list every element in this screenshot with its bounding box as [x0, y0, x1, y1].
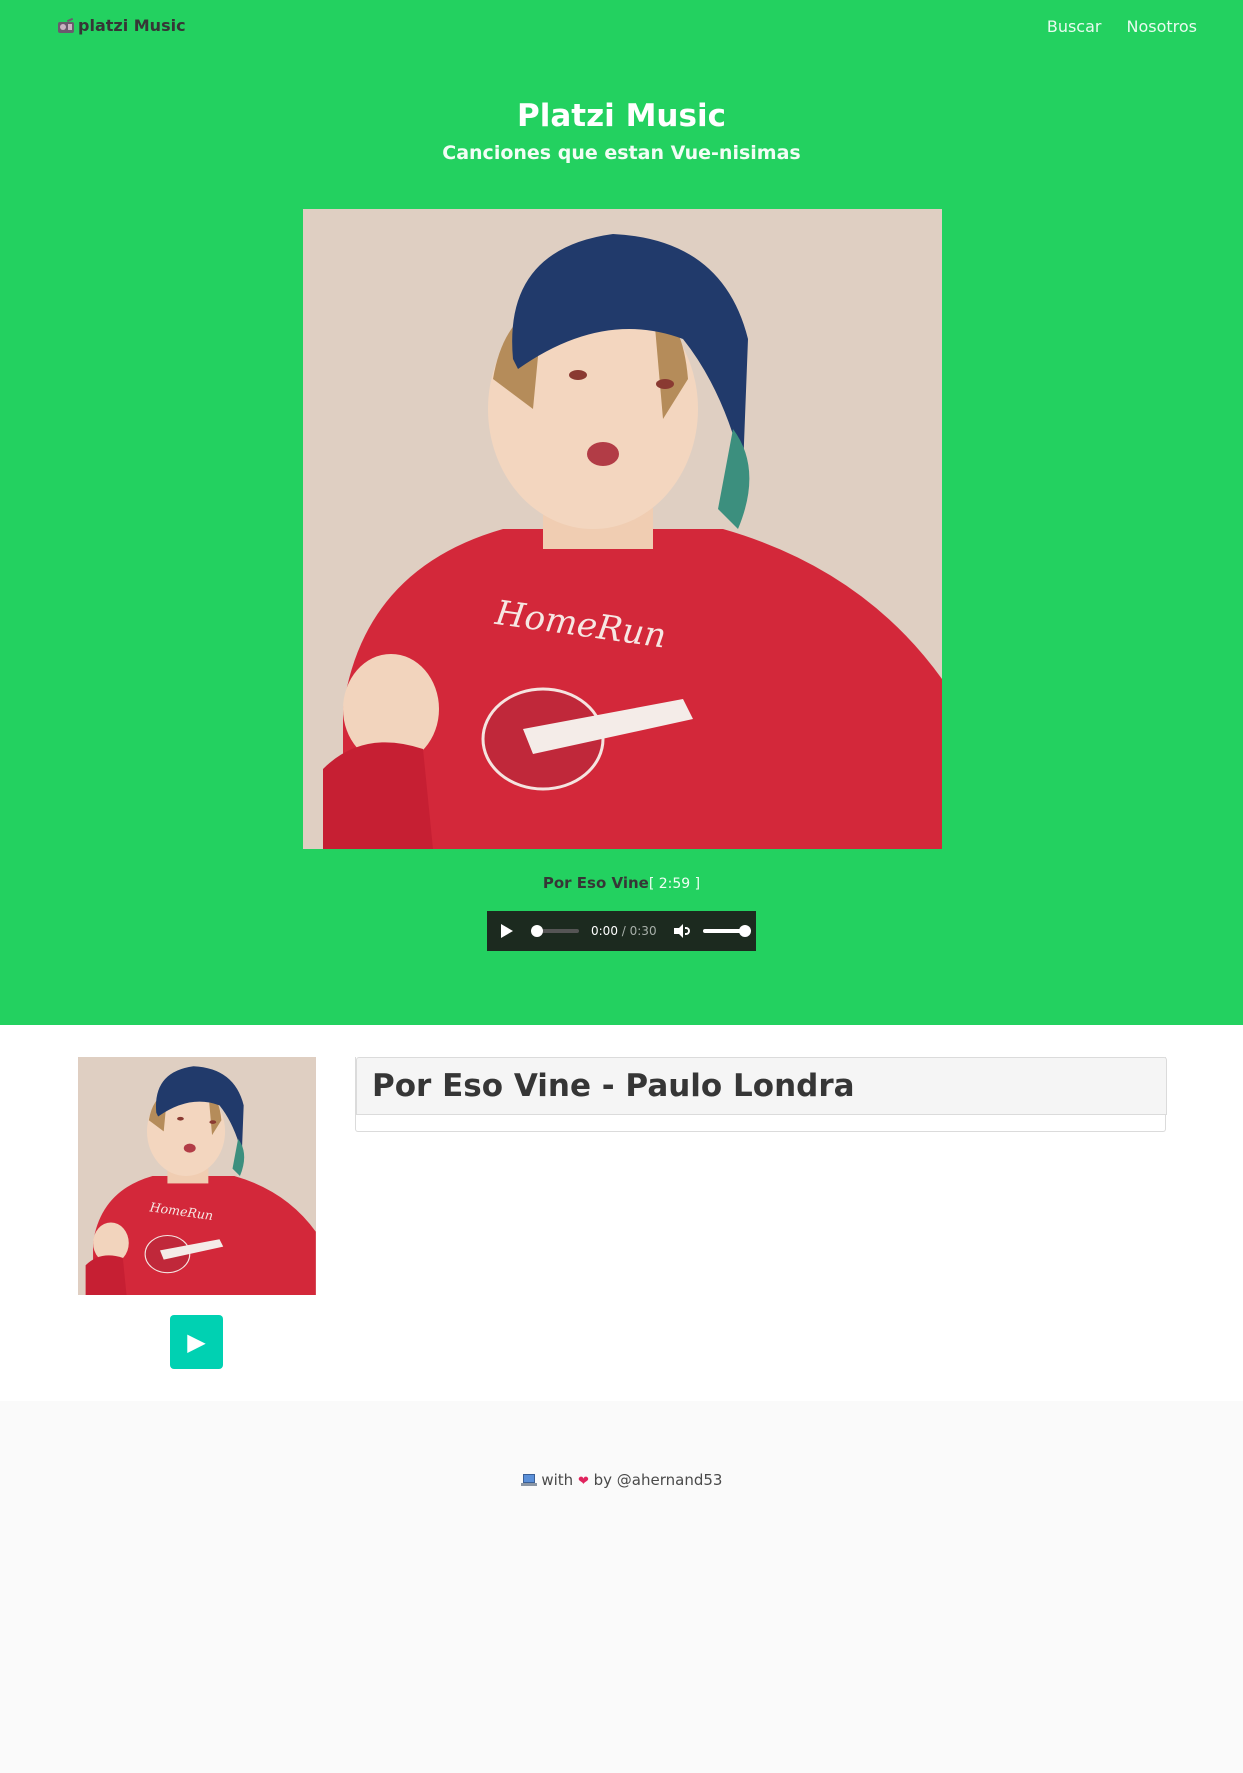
track-card: Por Eso Vine - Paulo Londra	[355, 1057, 1167, 1132]
navbar: platzi Music Buscar Nosotros	[0, 0, 1243, 52]
time-separator: /	[617, 924, 630, 938]
nav-link-buscar[interactable]: Buscar	[1047, 17, 1102, 36]
audio-play-icon[interactable]	[501, 924, 513, 938]
volume-slider[interactable]	[702, 925, 751, 937]
brand-label: platzi Music	[78, 16, 186, 35]
laptop-icon	[520, 1474, 537, 1486]
track-card-header: Por Eso Vine - Paulo Londra	[356, 1057, 1167, 1115]
volume-knob[interactable]	[738, 925, 751, 937]
footer-by-text: by @ahernand53	[593, 1471, 723, 1489]
total-time: 0:30	[629, 924, 657, 938]
nav-link-nosotros[interactable]: Nosotros	[1126, 17, 1197, 36]
nav-links: Buscar Nosotros	[1047, 17, 1197, 36]
heart-icon: ❤	[577, 1474, 589, 1489]
footer-with-text: with	[541, 1471, 574, 1489]
track-name: Por Eso Vine	[542, 874, 649, 892]
brand-link[interactable]: platzi Music	[58, 16, 186, 35]
radio-icon	[58, 17, 74, 33]
volume-icon[interactable]	[673, 923, 691, 939]
play-button[interactable]: ▶	[170, 1315, 223, 1369]
hero-section: platzi Music Buscar Nosotros Platzi Musi…	[0, 0, 1243, 1025]
hero-subtitle: Canciones que estan Vue-nisimas	[442, 142, 801, 164]
audio-time: 0:00 / 0:30	[591, 924, 657, 938]
current-time: 0:00	[591, 924, 618, 938]
footer-credit: with ❤ by @ahernand53	[0, 1471, 1243, 1489]
track-card-title: Por Eso Vine - Paulo Londra	[372, 1068, 855, 1104]
album-cover-image: HomeRun	[303, 209, 942, 849]
footer: with ❤ by @ahernand53	[0, 1401, 1243, 1773]
seek-knob[interactable]	[531, 925, 543, 937]
hero-title: Platzi Music	[517, 98, 726, 134]
track-thumbnail-image: HomeRun	[78, 1057, 316, 1295]
track-duration: [ 2:59 ]	[648, 876, 701, 892]
track-detail-section: HomeRun ▶ Por Eso Vine - Paulo Londra	[0, 1025, 1243, 1401]
audio-player[interactable]: 0:00 / 0:30	[487, 911, 756, 951]
audio-seek-bar[interactable]	[531, 925, 579, 937]
now-playing-line: Por Eso Vine[ 2:59 ]	[0, 874, 1243, 892]
